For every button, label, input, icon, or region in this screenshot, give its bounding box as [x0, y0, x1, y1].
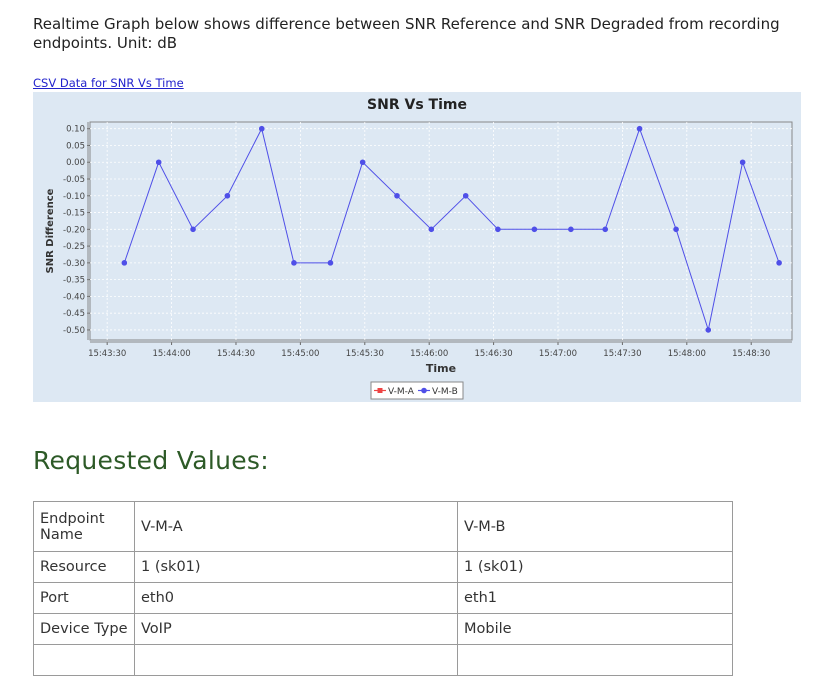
y-axis: 0.10 0.05 0.00 -0.05 -0.10 -0.15 -0.20 -0.25 -0.…	[63, 122, 90, 340]
table-row: Device Type VoIP Mobile	[33, 613, 733, 645]
y-tick-label: -0.50	[63, 326, 85, 336]
data-point	[327, 260, 334, 266]
x-tick-label: 15:46:00	[410, 349, 448, 359]
data-point	[428, 226, 435, 233]
y-tick-label: 0.10	[66, 125, 85, 135]
x-axis-label: Time	[426, 362, 456, 375]
table-cell: VoIP	[134, 613, 458, 645]
y-tick-label: -0.20	[63, 225, 85, 235]
table-row-label: Port	[33, 582, 135, 614]
data-point	[291, 260, 297, 266]
table-row-label: Resource	[33, 551, 135, 583]
data-point	[258, 125, 265, 132]
table-row: Resource 1 (sk01) 1 (sk01)	[33, 551, 733, 583]
table-cell	[134, 644, 458, 676]
y-tick-label: -0.40	[63, 292, 85, 302]
y-tick-label: -0.45	[63, 309, 85, 319]
data-point	[568, 226, 574, 233]
data-point	[155, 159, 162, 166]
data-point	[673, 226, 679, 233]
legend-marker-v-m-b	[421, 387, 427, 394]
y-axis-label: SNR Difference	[45, 188, 56, 273]
data-point	[739, 159, 746, 166]
y-tick-label: -0.35	[63, 276, 85, 286]
x-tick-label: 15:45:30	[346, 349, 384, 359]
y-tick-label: -0.30	[63, 259, 85, 269]
data-point	[705, 327, 712, 333]
table-row	[33, 644, 733, 676]
table-cell: eth1	[457, 582, 733, 614]
table-cell: V-M-B	[457, 501, 733, 552]
data-point	[531, 226, 538, 233]
intro-text: Realtime Graph below shows difference be…	[33, 15, 780, 52]
x-tick-label: 15:43:30	[88, 349, 126, 359]
x-tick-label: 15:47:30	[603, 349, 641, 359]
data-point	[462, 192, 469, 199]
data-point	[121, 260, 128, 266]
table-cell: Mobile	[457, 613, 733, 645]
y-tick-label: 0.00	[66, 158, 85, 168]
table-row-label: Device Type	[33, 613, 135, 645]
legend-label-v-m-a: V-M-A	[388, 387, 415, 397]
chart-svg: SNR Vs Time 0.10 0.05 0.00 -0.05 -0.10 -0.15 -…	[45, 97, 793, 400]
x-tick-label: 15:47:00	[539, 349, 577, 359]
chart-title: SNR Vs Time	[367, 97, 467, 113]
data-point	[776, 260, 782, 266]
table-cell: 1 (sk01)	[134, 551, 458, 583]
csv-data-link[interactable]: CSV Data for SNR Vs Time	[33, 76, 184, 90]
y-tick-label: -0.05	[63, 175, 85, 185]
section-title: Requested Values:	[33, 446, 269, 475]
x-tick-label: 15:44:30	[217, 349, 255, 359]
table-row-label	[33, 644, 135, 676]
x-axis: 15:43:30 15:44:00 15:44:30 15:45:00 15:45:30…	[88, 341, 792, 359]
data-point	[495, 226, 501, 233]
y-tick-label: -0.15	[63, 209, 85, 219]
table-row: Port eth0 eth1	[33, 582, 733, 614]
data-point	[602, 226, 609, 233]
x-tick-label: 15:48:00	[668, 349, 706, 359]
table-cell: 1 (sk01)	[457, 551, 733, 583]
legend: V-M-A V-M-B	[370, 381, 464, 400]
legend-label-v-m-b: V-M-B	[432, 387, 458, 397]
x-tick-label: 15:44:00	[152, 349, 190, 359]
data-point	[394, 192, 400, 199]
snr-chart: SNR Vs Time 0.10 0.05 0.00 -0.05 -0.10 -0.15 -…	[33, 92, 801, 402]
table-cell	[457, 644, 733, 676]
x-tick-label: 15:46:30	[475, 349, 513, 359]
table-cell: V-M-A	[134, 501, 458, 552]
requested-values-table: Endpoint Name V-M-A V-M-B Resource 1 (sk01) 1…	[33, 501, 733, 676]
data-point	[359, 159, 366, 166]
legend-marker-v-m-a	[377, 388, 383, 393]
data-point	[224, 192, 231, 199]
data-point	[190, 226, 196, 233]
data-point	[636, 125, 643, 132]
x-tick-label: 15:48:30	[732, 349, 770, 359]
x-tick-label: 15:45:00	[281, 349, 319, 359]
y-tick-label: 0.05	[66, 141, 85, 151]
table-row-label: Endpoint Name	[33, 501, 135, 552]
y-tick-label: -0.10	[63, 192, 85, 202]
table-cell: eth0	[134, 582, 458, 614]
table-row: Endpoint Name V-M-A V-M-B	[33, 501, 733, 552]
y-tick-label: -0.25	[63, 242, 85, 252]
